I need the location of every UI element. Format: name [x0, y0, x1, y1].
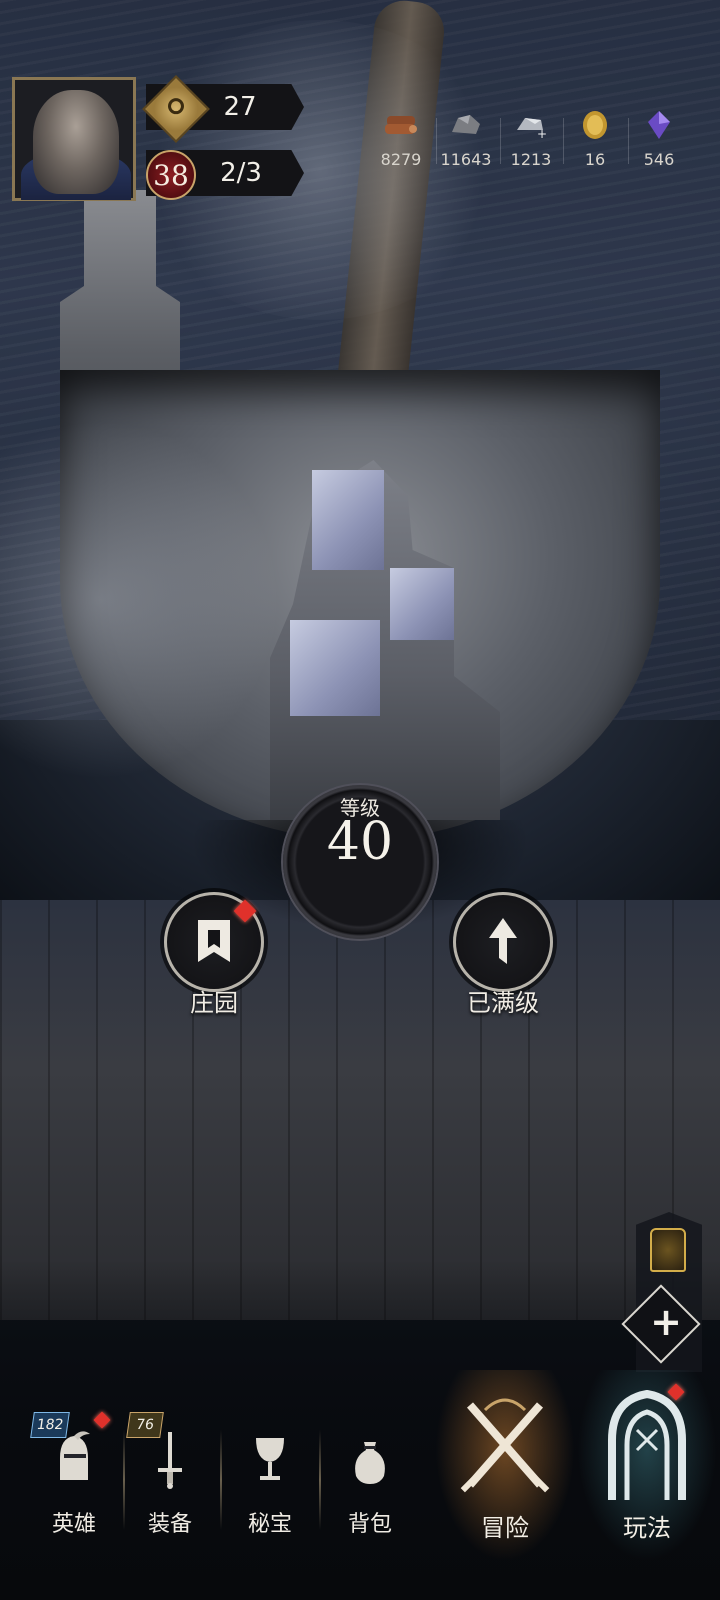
wood-icon — [385, 116, 417, 134]
player-portrait[interactable] — [12, 77, 136, 201]
bag-icon — [355, 1442, 385, 1484]
resource-crystal-value: 546 — [643, 150, 675, 169]
resource-stone-value: 11643 — [440, 150, 492, 169]
nav-bag[interactable]: 背包 — [322, 1418, 418, 1538]
resource-wood-value: 8279 — [380, 150, 422, 169]
stone-icon — [452, 115, 480, 134]
nav-equipment-label: 装备 — [147, 1512, 192, 1537]
crystal-icon — [648, 111, 670, 139]
gothic-arch-icon — [608, 1390, 686, 1500]
resource-gold-value: 16 — [584, 150, 606, 169]
nav-treasure[interactable]: 秘宝 — [222, 1418, 318, 1538]
energy-value: 2/3 — [220, 158, 262, 188]
max-level-label: 已满级 — [467, 989, 539, 1017]
hero-badge-value: 27 — [223, 92, 257, 122]
level-value: 40 — [326, 812, 394, 872]
estate-label: 庄园 — [190, 989, 238, 1017]
player-level-badge: 38 — [146, 150, 196, 200]
chalice-icon — [256, 1438, 284, 1480]
harbor-town — [0, 900, 720, 1320]
nav-heroes[interactable]: 182 英雄 — [26, 1411, 122, 1538]
nav-treasure-label: 秘宝 — [247, 1512, 292, 1537]
castle-roof-right — [390, 568, 454, 640]
castle-roof-center — [290, 620, 380, 716]
estate-banner-icon — [198, 920, 230, 962]
hero-count-badge: 182 — [30, 1412, 70, 1438]
gold-coin-icon — [583, 111, 607, 139]
resource-stone[interactable]: 11643 — [431, 110, 501, 169]
svg-text:+: + — [537, 127, 547, 140]
nav-adventure[interactable]: 冒险 — [430, 1370, 580, 1570]
lantern-event-icon[interactable] — [650, 1228, 686, 1272]
resource-wood[interactable]: 8279 — [366, 110, 436, 169]
nav-divider — [319, 1430, 321, 1530]
equipment-count-badge: 76 — [126, 1412, 164, 1438]
resource-crystal[interactable]: 546 — [624, 110, 694, 169]
game-screen: 27 38 2/3 8279 11643 + 1213 16 546 等级 40… — [0, 0, 720, 1600]
iron-icon: + — [517, 118, 547, 141]
nav-adventure-label: 冒险 — [481, 1514, 529, 1542]
resource-iron-value: 1213 — [510, 150, 552, 169]
avatar — [33, 90, 119, 194]
nav-equipment[interactable]: 76 装备 — [122, 1412, 218, 1538]
castle-roof-top — [312, 470, 384, 570]
nav-heroes-label: 英雄 — [51, 1512, 96, 1537]
arrow-up-icon — [489, 918, 517, 964]
crossed-swords-icon — [460, 1398, 550, 1493]
nav-bag-label: 背包 — [347, 1512, 392, 1537]
nav-gameplay[interactable]: 玩法 — [572, 1370, 720, 1570]
resource-gold[interactable]: 16 — [560, 110, 630, 169]
nav-gameplay-label: 玩法 — [623, 1514, 671, 1542]
resource-iron[interactable]: + 1213 — [496, 110, 566, 169]
plus-icon: + — [650, 1300, 682, 1344]
upgrade-button[interactable] — [453, 892, 553, 992]
